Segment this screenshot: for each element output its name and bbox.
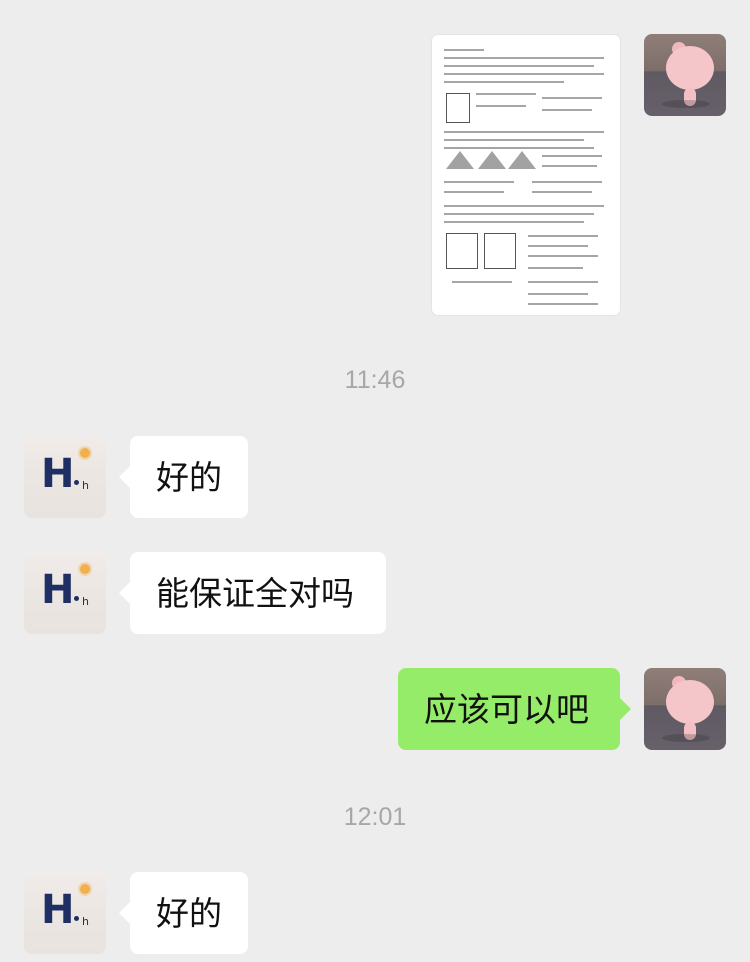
avatar-contact[interactable]: H h bbox=[24, 552, 106, 634]
message-text: 能保证全对吗 bbox=[156, 573, 354, 613]
message-bubble-received[interactable]: 能保证全对吗 bbox=[119, 552, 386, 634]
timestamp: 12:01 bbox=[343, 803, 407, 831]
sun-icon bbox=[80, 884, 90, 894]
avatar-contact[interactable]: H h bbox=[24, 436, 106, 518]
message-text: 好的 bbox=[156, 893, 222, 933]
sun-icon bbox=[80, 448, 90, 458]
sun-icon bbox=[80, 564, 90, 574]
chat-window: { "chat": { "messages": [ {"id": "m1", "… bbox=[0, 0, 750, 962]
avatar-contact[interactable]: H h bbox=[24, 872, 106, 954]
message-bubble-received[interactable]: 好的 bbox=[119, 872, 248, 954]
avatar-self[interactable] bbox=[644, 34, 726, 116]
avatar-self[interactable] bbox=[644, 668, 726, 750]
image-message-worksheet[interactable] bbox=[432, 35, 620, 315]
message-bubble-sent[interactable]: 应该可以吧 bbox=[398, 668, 631, 750]
message-text: 应该可以吧 bbox=[424, 689, 589, 729]
message-text: 好的 bbox=[156, 457, 222, 497]
message-bubble-received[interactable]: 好的 bbox=[119, 436, 248, 518]
timestamp: 11:46 bbox=[344, 366, 406, 394]
